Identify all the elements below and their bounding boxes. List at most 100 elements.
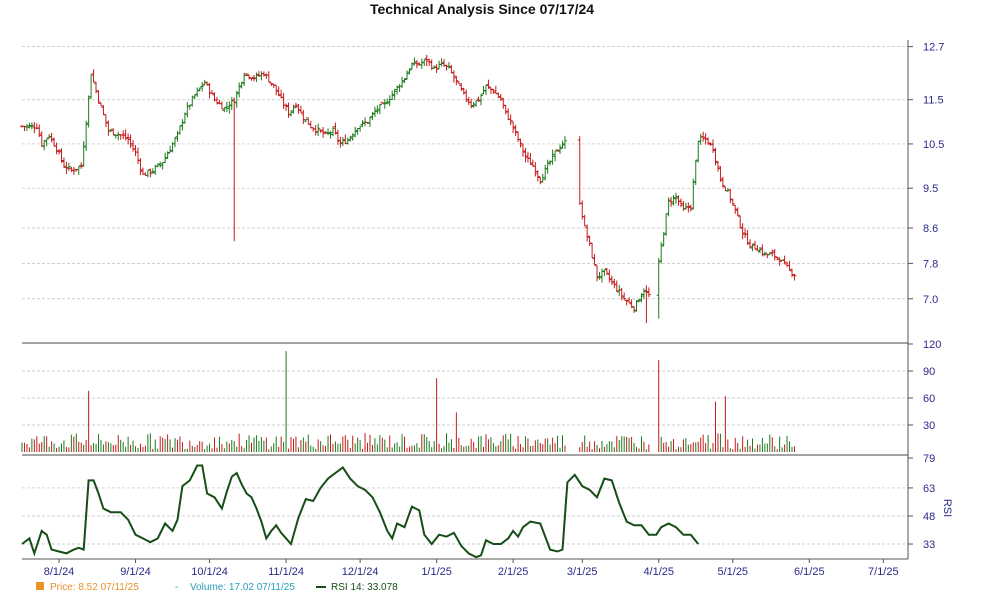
- price-bar: [414, 60, 419, 69]
- price-bar: [728, 188, 733, 204]
- x-tick-label: 6/1/25: [794, 566, 825, 578]
- price-bar: [476, 96, 481, 102]
- price-bar: [627, 297, 632, 304]
- rsi-axis-label: RSI: [941, 499, 953, 517]
- price-bar: [98, 102, 103, 107]
- price-bar: [777, 257, 782, 266]
- price-bar: [358, 125, 363, 132]
- price-bar: [520, 143, 525, 157]
- price-bar: [296, 103, 301, 114]
- price-bar: [148, 168, 153, 178]
- price-bar: [683, 202, 688, 210]
- price-bar: [599, 268, 604, 283]
- price-tick-label: 9.5: [923, 183, 938, 195]
- price-bar: [96, 90, 101, 104]
- price-bar: [207, 83, 212, 99]
- rsi-tick-label: 63: [923, 483, 935, 495]
- price-tick-label: 8.6: [923, 223, 938, 235]
- x-tick-label: 3/1/25: [567, 566, 598, 578]
- price-bar: [560, 140, 565, 149]
- price-bar: [39, 131, 44, 147]
- price-bar: [755, 244, 760, 251]
- price-bar: [632, 306, 637, 313]
- price-bar: [656, 258, 661, 319]
- price-bar: [792, 273, 797, 281]
- price-bar: [76, 166, 81, 175]
- price-bar: [730, 198, 735, 206]
- price-bar: [461, 87, 466, 95]
- price-bar: [279, 89, 284, 99]
- price-bar: [678, 198, 683, 208]
- price-bar: [558, 144, 563, 154]
- price-bar: [503, 104, 508, 115]
- rsi-tick-label: 48: [923, 511, 935, 523]
- price-bar: [192, 94, 197, 100]
- price-bar: [135, 147, 140, 164]
- price-bar: [772, 249, 777, 261]
- price-bar: [419, 58, 424, 70]
- price-bar: [355, 128, 360, 135]
- volume-tick-label: 120: [923, 339, 941, 351]
- price-bar: [311, 127, 316, 132]
- price-tick-label: 12.7: [923, 42, 944, 54]
- price-bar: [219, 101, 224, 110]
- legend: Price: 8.52 07/11/25 - Volume: 17.02 07/…: [36, 582, 398, 593]
- price-bar: [752, 240, 757, 250]
- price-bar: [787, 260, 792, 271]
- price-bar: [249, 77, 254, 81]
- x-tick-label: 7/1/25: [868, 566, 899, 578]
- price-bar: [111, 128, 116, 136]
- price-bar: [609, 275, 614, 285]
- price-bar: [330, 126, 335, 137]
- price-bar: [160, 162, 165, 170]
- price-bar: [516, 131, 521, 143]
- price-bar: [691, 178, 696, 210]
- price-bar: [340, 137, 345, 146]
- price-bar: [548, 160, 553, 166]
- x-tick-label: 5/1/25: [717, 566, 748, 578]
- price-bar: [306, 117, 311, 125]
- price-bar: [173, 137, 178, 148]
- price-tick-label: 11.5: [923, 95, 944, 107]
- price-bar: [224, 101, 229, 112]
- price-bar: [54, 142, 59, 155]
- price-bar: [577, 136, 582, 205]
- price-bar: [491, 88, 496, 95]
- price-bar: [81, 141, 86, 167]
- price-bar: [533, 161, 538, 177]
- price-bar: [409, 62, 414, 70]
- price-bar: [86, 95, 91, 128]
- price-bar: [229, 97, 234, 110]
- x-tick-label: 4/1/25: [643, 566, 674, 578]
- price-bar: [200, 81, 205, 92]
- price-bar: [693, 159, 698, 186]
- price-bar: [437, 60, 442, 70]
- price-bar: [412, 57, 417, 66]
- price-bar: [770, 249, 775, 257]
- price-tick-label: 10.5: [923, 139, 944, 151]
- x-tick-label: 12/1/24: [342, 566, 379, 578]
- price-bar: [614, 280, 619, 293]
- price-bar: [738, 215, 743, 229]
- price-bar: [424, 54, 429, 67]
- price-bar: [523, 147, 528, 163]
- price-bar: [595, 265, 600, 282]
- volume-tick-label: 30: [923, 420, 935, 432]
- price-bar: [175, 131, 180, 142]
- price-bar: [790, 268, 795, 278]
- price-bar: [138, 158, 143, 176]
- price-bar: [698, 133, 703, 146]
- price-bar: [254, 72, 259, 82]
- rsi-legend-text: RSI 14: 33.078: [331, 582, 398, 593]
- price-bar: [66, 162, 71, 171]
- price-bar: [444, 64, 449, 71]
- chart-title: Technical Analysis Since 07/17/24: [370, 1, 594, 17]
- volume-legend-text: Volume: 17.02 07/11/25: [190, 582, 295, 593]
- price-bar: [646, 287, 651, 298]
- price-bar: [158, 161, 163, 168]
- rsi-line-group: [21, 464, 699, 559]
- price-bar: [284, 103, 289, 111]
- price-bar: [261, 71, 266, 77]
- x-tick-label: 1/1/25: [421, 566, 452, 578]
- price-bar: [37, 124, 42, 138]
